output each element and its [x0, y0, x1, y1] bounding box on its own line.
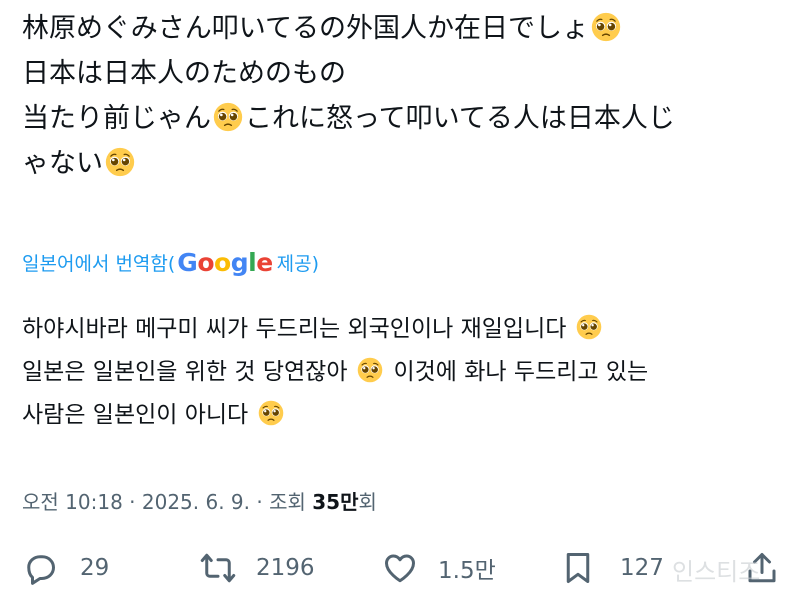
bookmark-button[interactable]: 127 [560, 550, 664, 586]
tweet-meta: 오전 10:18 · 2025. 6. 9. · 조회 35만회 [22, 486, 377, 515]
google-logo-letter: e [256, 248, 273, 277]
tweet-line-text: ゃない [22, 148, 103, 179]
pleading-face-icon [213, 102, 243, 132]
tweet-line: 日本は日本人のためのもの [22, 51, 782, 96]
google-logo-letter: g [230, 248, 249, 277]
pleading-face-icon [105, 147, 135, 177]
translated-line-text: 일본은 일본인을 위한 것 당연잖아 [22, 359, 348, 385]
tweet-text: 林原めぐみさん叩いてるの外国人か在日でしょ 日本は日本人のためのもの 当たり前じ… [22, 6, 782, 186]
translation-prefix: 일본어에서 번역함( [22, 253, 176, 275]
pleading-face-icon [591, 12, 621, 42]
watermark: 인스티즈 [672, 558, 761, 586]
translated-line-text: 사람은 일본인이 아니다 [22, 402, 249, 428]
translated-line: 하야시바라 메구미 씨가 두드리는 외국인이나 재일입니다 [22, 308, 782, 351]
tweet-line: ゃない [22, 141, 782, 186]
tweet-line: 林原めぐみさん叩いてるの外国人か在日でしょ [22, 6, 782, 51]
like-button[interactable]: 1.5만 [382, 550, 496, 586]
reply-icon [27, 555, 55, 585]
retweet-count: 2196 [256, 555, 315, 581]
heart-icon [385, 554, 415, 583]
translation-attribution-link[interactable]: 일본어에서 번역함( Google 제공) [22, 248, 319, 277]
reply-button[interactable]: 29 [22, 550, 109, 586]
translated-text: 하야시바라 메구미 씨가 두드리는 외국인이나 재일입니다 일본은 일본인을 위… [22, 308, 782, 437]
view-count: 35만 [312, 490, 359, 514]
tweet-line-text: 林原めぐみさん叩いてるの外国人か在日でしょ [22, 13, 589, 44]
translated-line: 일본은 일본인을 위한 것 당연잖아 이것에 화나 두드리고 있는 [22, 351, 782, 394]
tweet-line-text: 日本は日本人のためのもの [22, 58, 346, 89]
bookmark-icon [566, 553, 590, 583]
pleading-face-icon [357, 357, 383, 383]
retweet-button[interactable]: 2196 [200, 550, 315, 586]
view-count-suffix: 회 [358, 490, 377, 514]
bookmark-count: 127 [620, 555, 664, 581]
like-count: 1.5만 [438, 558, 496, 584]
translation-suffix: 제공) [276, 253, 320, 275]
google-logo-letter: o [214, 248, 231, 277]
pleading-face-icon [576, 314, 602, 340]
translated-line-text: 하야시바라 메구미 씨가 두드리는 외국인이나 재일입니다 [22, 316, 567, 342]
tweet-timestamp[interactable]: 오전 10:18 · 2025. 6. 9. · 조회 [22, 490, 312, 514]
translated-line-text: 이것에 화나 두드리고 있는 [393, 359, 649, 385]
tweet-line-text: これに怒って叩いてる人は日本人じ [245, 103, 675, 134]
google-logo-letter: G [177, 248, 198, 277]
google-logo-letter: o [197, 248, 215, 277]
translated-line: 사람은 일본인이 아니다 [22, 394, 782, 437]
tweet-line: 当たり前じゃん これに怒って叩いてる人は日本人じ [22, 96, 782, 141]
google-logo-letter: l [248, 248, 257, 277]
reply-count: 29 [80, 555, 110, 581]
pleading-face-icon [258, 400, 284, 426]
tweet-line-text: 当たり前じゃん [22, 103, 211, 134]
google-logo: Google [177, 248, 273, 277]
retweet-icon [200, 553, 236, 583]
